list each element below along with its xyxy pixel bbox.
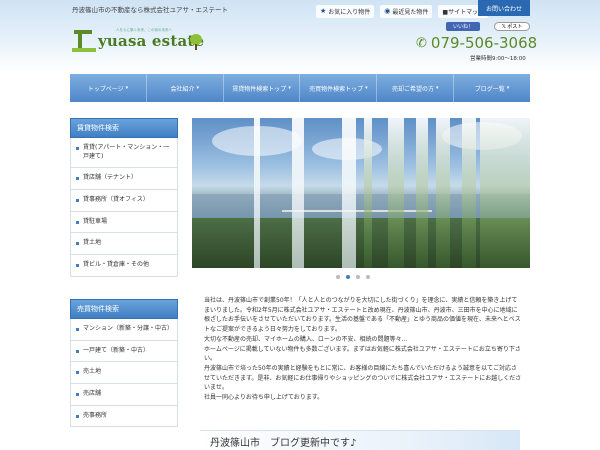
- site-tagline: 丹波篠山市の不動産なら株式会社ユアサ・エステート: [72, 6, 228, 14]
- slider-pagination: [336, 275, 370, 279]
- business-hours: 営業時間9:00～18:00: [470, 56, 526, 62]
- sidebar-item-sale-office[interactable]: 売事務所: [70, 405, 178, 428]
- nav-item-blog[interactable]: ブログ一覧 ▾: [454, 74, 530, 102]
- nav-label: 会社紹介: [170, 85, 195, 93]
- logo-house-icon: [72, 30, 96, 52]
- nav-label: 売買物件検索トップ: [309, 85, 364, 93]
- sidebar-item-sale-store[interactable]: 売店舗: [70, 383, 178, 406]
- slider-dot[interactable]: [346, 275, 350, 279]
- star-icon: ★: [320, 7, 327, 15]
- nav-item-rent-search[interactable]: 賃貸物件検索トップ ▾: [224, 74, 301, 102]
- nav-label: ブログ一覧: [474, 85, 505, 93]
- nav-item-selling[interactable]: 売却ご希望の方 ▾: [377, 74, 455, 102]
- sidebar-item-rent-residential[interactable]: 賃貸(アパート・マンション・一戸建て): [70, 138, 178, 169]
- sidebar-item-rent-land[interactable]: 貸土地: [70, 233, 178, 256]
- rent-search-heading: 賃貸物件検索: [70, 118, 178, 138]
- chevron-down-icon: ▾: [196, 85, 199, 91]
- intro-paragraph: 当社は、丹波篠山市で創業50年！「人と人とのつながりを大切にした街づくり」を理念…: [204, 297, 521, 334]
- phone-number-text: 079-506-3068: [430, 34, 538, 52]
- logo-text: yuasa estate: [98, 32, 205, 50]
- chevron-down-icon: ▾: [435, 85, 439, 91]
- chevron-down-icon: ▾: [125, 85, 129, 91]
- recently-viewed-link-label: 最近見た物件: [392, 8, 429, 16]
- sidebar: 賃貸物件検索 賃貸(アパート・マンション・一戸建て) 貸店舗（テナント） 貸事務…: [70, 118, 178, 428]
- favorites-link[interactable]: ★ お気に入り物件: [316, 4, 375, 18]
- sidebar-item-rent-parking[interactable]: 貸駐車場: [70, 211, 178, 234]
- sidebar-item-rent-office[interactable]: 貸事務所（貸オフィス）: [70, 190, 178, 212]
- intro-paragraph: ホームページに掲載していない物件も多数ございます。まずはお気軽に株式会社ユアサ・…: [204, 345, 521, 363]
- sidebar-item-rent-other[interactable]: 貸ビル・貸倉庫・その他: [70, 255, 178, 277]
- favorites-link-label: お気に入り物件: [328, 8, 371, 16]
- hero-slider[interactable]: [192, 118, 530, 268]
- chevron-down-icon: ▾: [506, 85, 510, 91]
- facebook-like-button[interactable]: いいね！: [446, 22, 480, 31]
- sidebar-item-sale-house[interactable]: 一戸建て（新築・中古）: [70, 340, 178, 363]
- intro-paragraph: 社員一同心よりお待ち申し上げております。: [204, 394, 324, 402]
- site-logo[interactable]: 人を心に繋ぐ未来、この街の未来へ yuasa estate: [72, 28, 212, 54]
- sidebar-item-sale-mansion[interactable]: マンション（新築・分譲・中古）: [70, 318, 178, 341]
- nav-label: 売却ご希望の方: [391, 85, 434, 93]
- social-buttons: いいね！ 𝕏 ポスト: [446, 22, 530, 31]
- nav-item-company[interactable]: 会社紹介 ▾: [147, 74, 224, 102]
- nav-item-top[interactable]: トップページ ▾: [70, 74, 147, 102]
- blog-update-banner[interactable]: 丹波篠山市 ブログ更新中です♪: [200, 430, 520, 450]
- slider-dot[interactable]: [336, 275, 340, 279]
- nav-label: トップページ: [87, 85, 124, 93]
- company-intro: 当社は、丹波篠山市で創業50年！「人と人とのつながりを大切にした街づくり」を理念…: [204, 296, 522, 403]
- chevron-down-icon: ▾: [365, 85, 368, 91]
- phone-number[interactable]: ✆ 079-506-3068: [416, 34, 537, 52]
- sidebar-item-sale-land[interactable]: 売土地: [70, 362, 178, 384]
- sale-search-heading: 売買物件検索: [70, 298, 178, 319]
- utility-links: ★ お気に入り物件 ◉ 最近見た物件 ■サイトマップ: [316, 4, 489, 18]
- nav-item-sale-search[interactable]: 売買物件検索トップ ▾: [300, 74, 378, 102]
- slider-dot[interactable]: [356, 275, 360, 279]
- sidebar-item-rent-store[interactable]: 貸店舗（テナント）: [70, 168, 178, 191]
- contact-button[interactable]: お問い合わせ: [478, 0, 530, 16]
- site-header: 丹波篠山市の不動産なら株式会社ユアサ・エステート 人を心に繋ぐ未来、この街の未来…: [0, 0, 600, 72]
- eye-icon: ◉: [384, 7, 391, 15]
- intro-paragraph: 大切な不動産の売却、マイホームの購入、ローンの不安、相続の問題等々…: [204, 335, 408, 343]
- recently-viewed-link[interactable]: ◉ 最近見た物件: [380, 4, 433, 18]
- nav-label: 賃貸物件検索トップ: [232, 85, 287, 93]
- intro-paragraph: 丹波篠山市で培った50年の実績と経験をもとに常に、お客様の目線にたち喜んでいただ…: [204, 365, 522, 392]
- phone-icon: ✆: [416, 35, 427, 51]
- logo-tree-icon: [190, 34, 202, 50]
- x-post-button[interactable]: 𝕏 ポスト: [494, 22, 530, 31]
- chevron-down-icon: ▾: [288, 85, 291, 91]
- global-nav: トップページ ▾ 会社紹介 ▾ 賃貸物件検索トップ ▾ 売買物件検索トップ ▾ 売却ご希…: [70, 74, 530, 102]
- slider-bridge: [282, 210, 432, 212]
- slider-dot[interactable]: [366, 275, 370, 279]
